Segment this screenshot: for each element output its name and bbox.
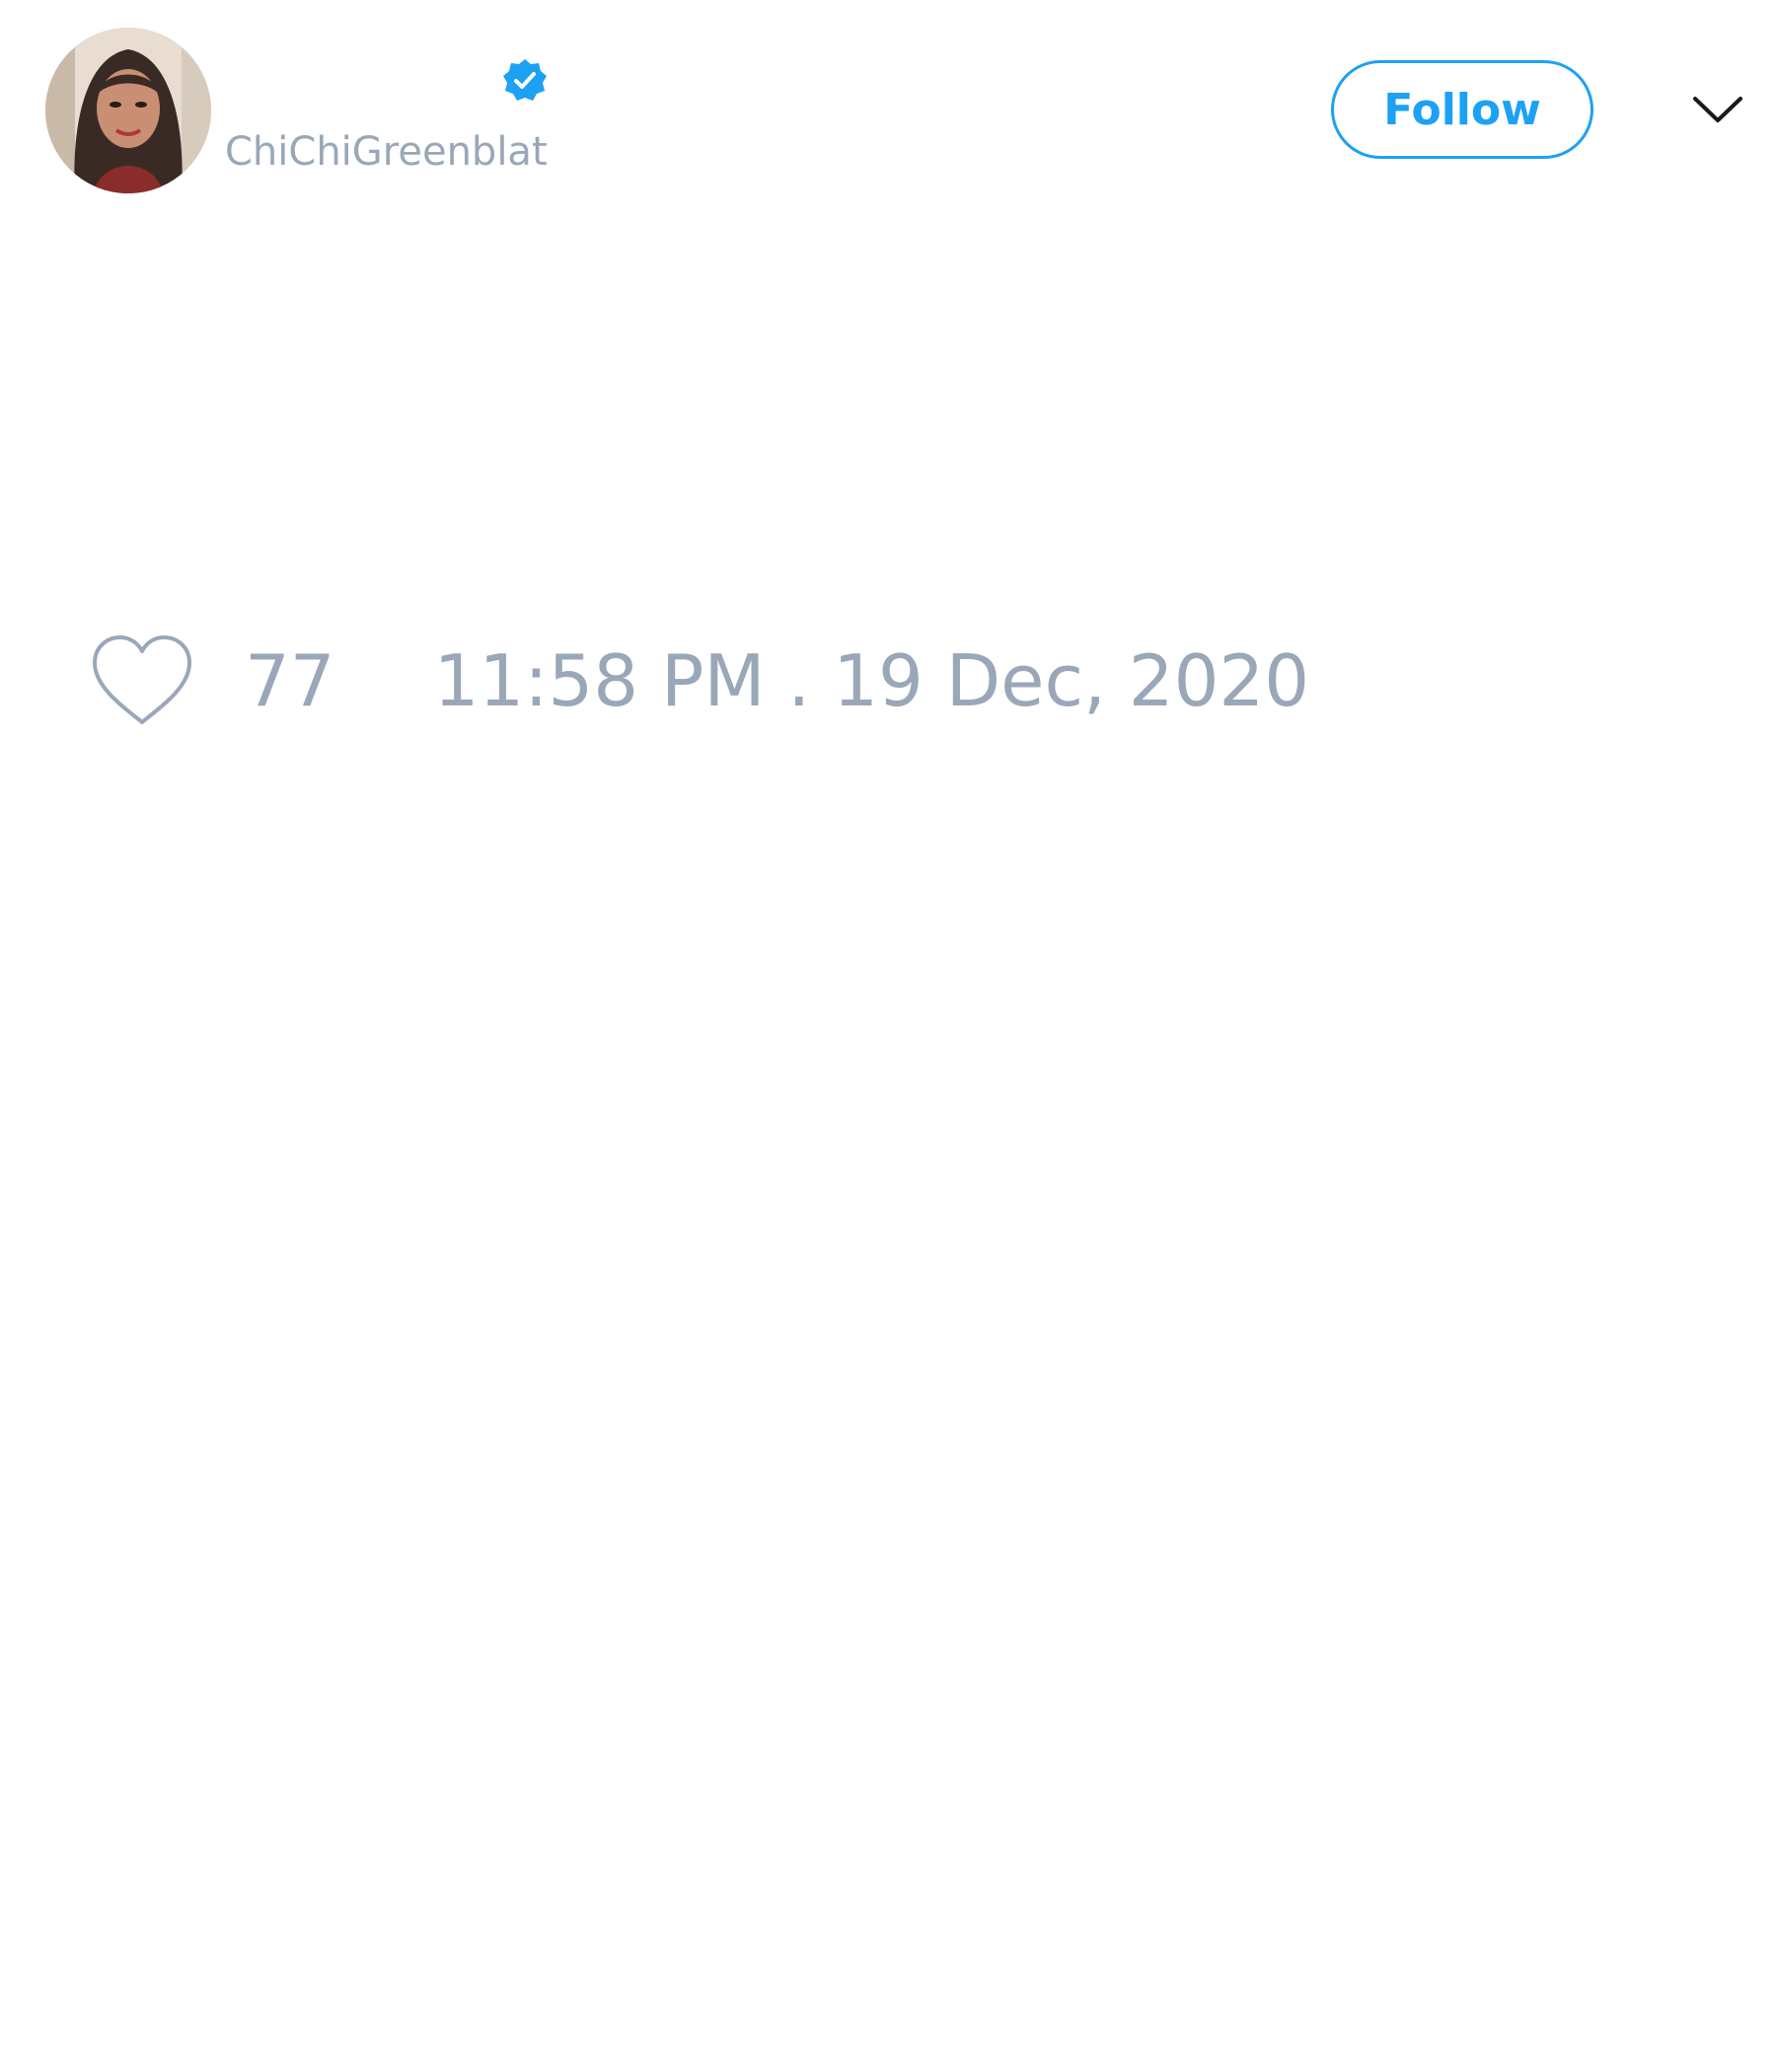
display-name-row <box>225 51 549 111</box>
tweet-actions: 77 11:58 PM . 19 Dec, 2020 <box>89 631 1309 730</box>
more-options-button[interactable] <box>1689 85 1746 134</box>
chevron-down-icon <box>1693 97 1742 122</box>
avatar[interactable] <box>45 28 211 193</box>
username[interactable]: ChiChiGreenblat <box>225 124 548 180</box>
verified-badge-icon <box>503 59 547 101</box>
tweet-timestamp[interactable]: 11:58 PM . 19 Dec, 2020 <box>434 631 1309 730</box>
like-button[interactable] <box>89 631 199 730</box>
tweet-card: ChiChiGreenblat Follow 77 11:58 PM . 19 … <box>0 0 1776 2072</box>
heart-outline-icon <box>93 635 191 724</box>
follow-button[interactable]: Follow <box>1331 60 1593 159</box>
like-count: 77 <box>245 639 335 722</box>
